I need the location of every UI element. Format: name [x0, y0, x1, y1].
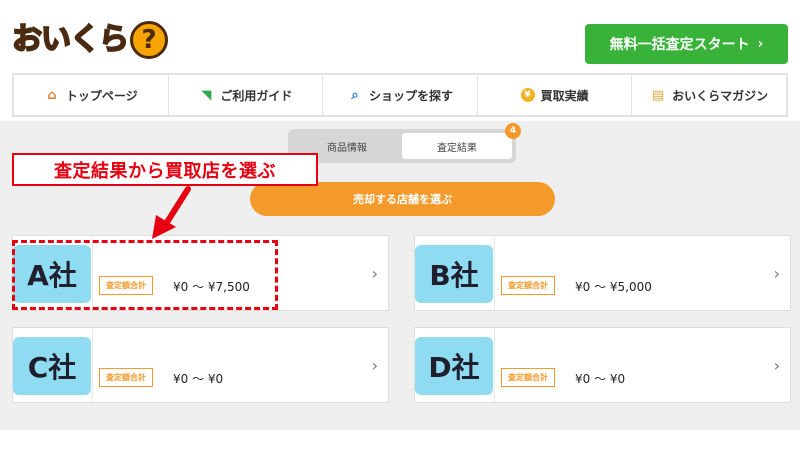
- nav-label-results: 買取実績: [540, 88, 589, 103]
- card-divider: [494, 236, 495, 310]
- appraisal-price: ¥0 〜 ¥5,000: [575, 280, 652, 294]
- card-divider: [92, 328, 93, 402]
- nav-item-magazine[interactable]: ▤ おいくらマガジン: [632, 75, 786, 115]
- nav-item-find-shop[interactable]: ⌕ ショップを探す: [323, 75, 478, 115]
- nav-item-top[interactable]: ⌂ トップページ: [14, 75, 169, 115]
- nav-label-find-shop: ショップを探す: [368, 88, 453, 103]
- home-icon: ⌂: [47, 87, 57, 103]
- logo-question-mark: ?: [130, 21, 168, 59]
- chevron-right-icon: ›: [371, 264, 378, 283]
- annotation-arrow-icon: [152, 186, 191, 239]
- site-logo[interactable]: おいくら ?: [11, 18, 168, 62]
- shop-card-d[interactable]: D社 査定額合計 ¥0 〜 ¥0 ›: [414, 327, 791, 403]
- free-appraisal-start-button[interactable]: 無料一括査定スタート ›: [585, 24, 788, 64]
- nav-label-magazine: おいくらマガジン: [672, 88, 769, 103]
- global-nav: ⌂ トップページ ◥ ご利用ガイド ⌕ ショップを探す ¥ 買取実績 ▤ おいく…: [12, 73, 788, 117]
- nav-item-results[interactable]: ¥ 買取実績: [478, 75, 633, 115]
- site-header: おいくら ? 無料一括査定スタート ›: [0, 0, 800, 70]
- annotation-callout: 査定結果から買取店を選ぶ: [12, 153, 318, 186]
- appraisal-total-badge: 査定額合計: [99, 368, 153, 387]
- chevron-right-icon: ›: [757, 36, 764, 52]
- nav-label-top: トップページ: [65, 88, 138, 103]
- logo-text: おいくら: [11, 22, 130, 57]
- annotation-highlight-box: [12, 240, 278, 310]
- shop-card-c[interactable]: C社 査定額合計 ¥0 〜 ¥0 ›: [12, 327, 389, 403]
- magazine-icon: ▤: [652, 87, 665, 103]
- yen-coin-icon: ¥: [520, 88, 535, 102]
- search-icon: ⌕: [351, 87, 359, 103]
- cta-label: 無料一括査定スタート: [609, 37, 750, 53]
- appraisal-price: ¥0 〜 ¥0: [575, 372, 626, 386]
- main-content: 商品情報 査定結果 4 売却する店舗を選ぶ A社 査定額合計 ¥0 〜 ¥7,5…: [0, 121, 800, 430]
- nav-label-guide: ご利用ガイド: [220, 88, 293, 103]
- footer-strip: [0, 430, 800, 450]
- result-count-badge: 4: [505, 123, 521, 139]
- select-shop-label: 売却する店舗を選ぶ: [353, 193, 452, 206]
- tab-label-appraisal-result: 査定結果: [437, 142, 477, 154]
- card-divider: [494, 328, 495, 402]
- chevron-right-icon: ›: [371, 356, 378, 375]
- guide-leaf-icon: ◥: [201, 87, 212, 103]
- appraisal-total-badge: 査定額合計: [501, 276, 555, 295]
- tab-label-product-info: 商品情報: [327, 142, 367, 154]
- chevron-right-icon: ›: [773, 356, 780, 375]
- shop-thumbnail: B社: [415, 245, 493, 303]
- chevron-right-icon: ›: [773, 264, 780, 283]
- appraisal-total-badge: 査定額合計: [501, 368, 555, 387]
- appraisal-price: ¥0 〜 ¥0: [173, 372, 224, 386]
- step-tabs: 商品情報 査定結果: [288, 129, 516, 163]
- shop-thumbnail: D社: [415, 337, 493, 395]
- select-shop-button[interactable]: 売却する店舗を選ぶ: [250, 182, 555, 216]
- tab-appraisal-result[interactable]: 査定結果: [402, 133, 512, 159]
- nav-item-guide[interactable]: ◥ ご利用ガイド: [169, 75, 324, 115]
- shop-thumbnail: C社: [13, 337, 91, 395]
- shop-card-b[interactable]: B社 査定額合計 ¥0 〜 ¥5,000 ›: [414, 235, 791, 311]
